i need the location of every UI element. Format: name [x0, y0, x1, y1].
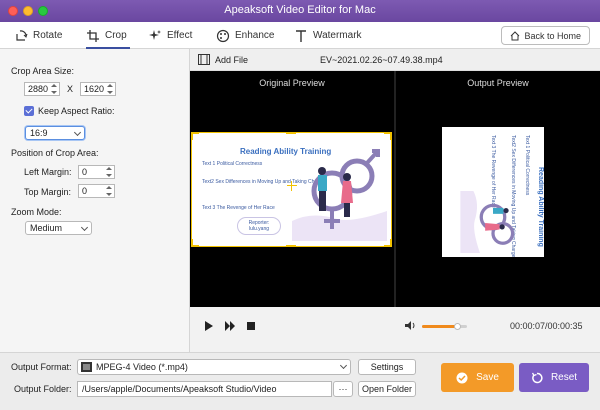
output-preview-label: Output Preview — [467, 78, 529, 88]
chevron-down-icon — [339, 361, 348, 370]
film-add-icon — [198, 54, 210, 65]
check-circle-icon — [456, 372, 468, 383]
save-label: Save — [476, 372, 499, 383]
time-readout: 00:00:07/00:00:35 — [510, 321, 583, 331]
crop-x-separator: X — [67, 84, 74, 94]
output-format-select[interactable]: MPEG-4 Video (*.mp4) — [77, 359, 351, 375]
chevron-down-icon — [80, 223, 89, 232]
output-slide-item-1: Text 1 Political Correctness — [524, 135, 530, 196]
crop-width-stepper[interactable]: 2880 — [24, 82, 60, 96]
zoom-mode-label: Zoom Mode: — [11, 207, 62, 217]
preview-screens: Original Preview Output Preview Reading … — [190, 71, 600, 336]
output-format-value: MPEG-4 Video (*.mp4) — [96, 362, 188, 372]
output-slide-title: Reading Ability Training — [537, 167, 544, 247]
file-bar: Add File EV~2021.02.26~07.49.38.mp4 — [190, 49, 600, 71]
crop-handle-tl[interactable] — [191, 132, 199, 140]
text-t-icon — [296, 29, 306, 42]
top-margin-stepper[interactable]: 0 — [78, 184, 115, 198]
tab-rotate-label: Rotate — [33, 30, 63, 41]
tab-watermark-label: Watermark — [313, 30, 362, 41]
fast-forward-icon[interactable] — [225, 321, 236, 331]
output-folder-field[interactable]: /Users/apple/Documents/Apeaksoft Studio/… — [77, 381, 332, 397]
toolbar: Rotate Crop Effect Enhance Watermark Bac… — [0, 22, 600, 49]
tab-enhance-label: Enhance — [235, 30, 275, 41]
left-margin-value: 0 — [82, 167, 88, 177]
zoom-mode-value: Medium — [30, 223, 63, 233]
crop-frame[interactable] — [191, 132, 392, 247]
volume-track[interactable] — [422, 323, 467, 330]
left-margin-stepper[interactable]: 0 — [78, 165, 115, 179]
crop-settings-panel: Crop Area Size: 2880 X 1620 Keep Aspect … — [0, 49, 190, 352]
play-icon[interactable] — [204, 321, 213, 331]
output-format-label: Output Format: — [11, 362, 72, 372]
crop-handle-bottom[interactable] — [286, 245, 296, 247]
original-preview-label: Original Preview — [259, 78, 325, 88]
file-name: EV~2021.02.26~07.49.38.mp4 — [320, 55, 443, 65]
volume-thumb[interactable] — [454, 323, 462, 330]
left-margin-label: Left Margin: — [24, 167, 72, 177]
output-video-frame: Reading Ability Training Text 1 Politica… — [442, 127, 544, 257]
reset-icon — [531, 372, 543, 383]
rotate-icon — [16, 29, 28, 41]
keep-aspect-checkbox[interactable] — [24, 106, 34, 116]
reset-label: Reset — [550, 372, 578, 383]
tab-effect-label: Effect — [167, 30, 193, 41]
playback-controls: 00:00:07/00:00:35 — [190, 307, 600, 345]
crop-handle-br[interactable] — [384, 239, 392, 247]
chevron-down-icon — [73, 128, 82, 137]
tab-rotate[interactable]: Rotate — [14, 22, 62, 49]
settings-button[interactable]: Settings — [358, 359, 416, 375]
tab-watermark[interactable]: Watermark — [294, 22, 362, 49]
stop-icon[interactable] — [247, 322, 255, 330]
palette-icon — [216, 29, 230, 42]
back-to-home-label: Back to Home — [524, 30, 581, 41]
tab-crop[interactable]: Crop — [86, 22, 130, 49]
window-title: Apeaksoft Video Editor for Mac — [224, 4, 376, 16]
position-label: Position of Crop Area: — [11, 148, 99, 158]
home-icon — [511, 30, 520, 40]
open-folder-button[interactable]: Open Folder — [358, 381, 416, 397]
tab-enhance[interactable]: Enhance — [216, 22, 274, 49]
top-margin-label: Top Margin: — [24, 187, 72, 197]
browse-folder-button[interactable]: ··· — [333, 381, 353, 397]
crop-handle-tr[interactable] — [384, 132, 392, 140]
volume-fill — [422, 325, 458, 328]
crop-width-value: 2880 — [28, 84, 49, 94]
crop-handle-top[interactable] — [286, 132, 296, 134]
aspect-ratio-value: 16:9 — [30, 128, 48, 138]
crop-height-stepper[interactable]: 1620 — [80, 82, 116, 96]
title-bar: Apeaksoft Video Editor for Mac — [0, 0, 600, 22]
crop-icon — [87, 29, 99, 42]
crop-center-cross[interactable] — [287, 181, 297, 191]
aspect-ratio-select[interactable]: 16:9 — [25, 126, 85, 140]
add-file-label: Add File — [215, 54, 249, 65]
save-button[interactable]: Save — [441, 363, 514, 392]
reset-button[interactable]: Reset — [519, 363, 589, 392]
volume-icon[interactable] — [405, 320, 416, 331]
preview-divider — [394, 71, 396, 336]
keep-aspect-label: Keep Aspect Ratio: — [38, 106, 115, 116]
crop-handle-bl[interactable] — [191, 239, 199, 247]
back-to-home-button[interactable]: Back to Home — [501, 26, 590, 45]
tab-effect[interactable]: Effect — [148, 22, 192, 49]
crop-height-value: 1620 — [84, 84, 105, 94]
crop-area-size-label: Crop Area Size: — [11, 66, 75, 76]
sparkle-icon — [149, 29, 161, 40]
tab-crop-label: Crop — [105, 30, 127, 41]
output-slide-illustration — [460, 191, 515, 253]
add-file-button[interactable]: Add File — [198, 54, 248, 65]
zoom-mode-select[interactable]: Medium — [25, 221, 92, 235]
output-bar: Output Format: MPEG-4 Video (*.mp4) Sett… — [0, 352, 600, 410]
output-folder-label: Output Folder: — [14, 384, 72, 394]
top-margin-value: 0 — [82, 186, 88, 196]
video-format-icon — [81, 362, 92, 372]
